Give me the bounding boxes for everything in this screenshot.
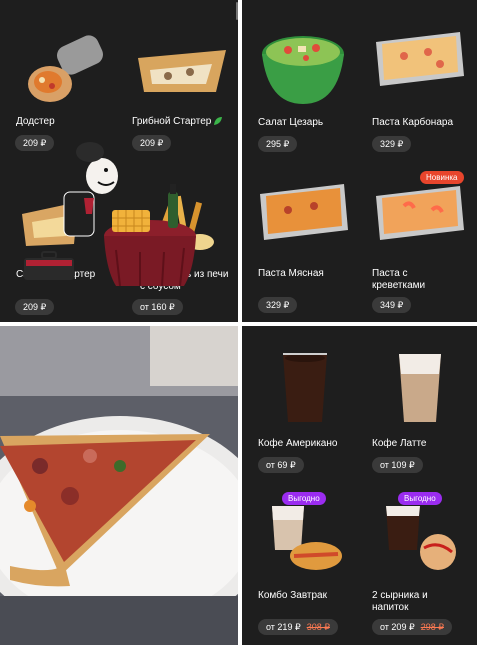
price-button[interactable]: 295 ₽ xyxy=(258,136,298,152)
item-name[interactable]: Салат Цезарь xyxy=(258,117,323,129)
pasta-meat-image[interactable] xyxy=(258,180,350,244)
pizza-photo-image xyxy=(0,326,238,645)
item-name[interactable]: 2 сырника и напиток xyxy=(372,590,462,614)
item-name[interactable]: Грибной Стартер xyxy=(132,116,211,128)
item-name[interactable]: Кофе Американо xyxy=(258,438,337,450)
price-current: от 219 ₽ xyxy=(266,622,301,632)
price-button[interactable]: от 109 ₽ xyxy=(372,457,423,473)
price-button[interactable]: от 160 ₽ xyxy=(132,299,183,315)
item-name[interactable]: Додстер xyxy=(16,116,55,128)
syrniki-combo-image[interactable] xyxy=(382,504,462,576)
menu-panel-salads-pasta: Салат Цезарь 295 ₽ Паста Карбонара 329 ₽… xyxy=(242,0,477,322)
price-old: 298 ₽ xyxy=(420,622,444,632)
price-button[interactable]: от 69 ₽ xyxy=(258,457,304,473)
scrollbar[interactable] xyxy=(236,2,238,20)
price-old: 308 ₽ xyxy=(306,622,330,632)
item-name[interactable]: Комбо Завтрак xyxy=(258,590,327,602)
pasta-carbonara-image[interactable] xyxy=(374,28,466,90)
price-button[interactable]: от 209 ₽ 298 ₽ xyxy=(372,619,452,635)
coffee-americano-image[interactable] xyxy=(280,350,330,426)
item-name[interactable]: Паста с креветками xyxy=(372,268,462,292)
breakfast-combo-image[interactable] xyxy=(270,504,342,576)
pasta-shrimp-image[interactable] xyxy=(374,182,466,244)
dodster-image[interactable] xyxy=(14,34,104,104)
new-badge: Новинка xyxy=(420,171,464,184)
price-button[interactable]: 329 ₽ xyxy=(372,136,412,152)
item-name[interactable]: Кофе Латте xyxy=(372,438,426,450)
price-button[interactable]: 349 ₽ xyxy=(372,297,412,313)
item-name[interactable]: Паста Мясная xyxy=(258,268,324,280)
vegetarian-leaf-icon xyxy=(214,117,222,125)
pizza-photo xyxy=(0,326,238,645)
coffee-latte-image[interactable] xyxy=(396,350,444,426)
price-button[interactable]: 329 ₽ xyxy=(258,297,298,313)
caesar-salad-image[interactable] xyxy=(258,18,348,106)
price-button[interactable]: 209 ₽ xyxy=(15,299,55,315)
price-button[interactable]: от 219 ₽ 308 ₽ xyxy=(258,619,338,635)
menu-panel-coffee: Кофе Американо от 69 ₽ Кофе Латте от 109… xyxy=(242,326,477,645)
restaurant-chef-logo-icon xyxy=(24,142,196,287)
mushroom-starter-image[interactable] xyxy=(132,40,232,100)
menu-panel-snacks: Додстер 209 ₽ Грибной Стартер 209 ₽ Сырн… xyxy=(0,0,238,322)
price-current: от 209 ₽ xyxy=(380,622,415,632)
item-name[interactable]: Паста Карбонара xyxy=(372,117,453,129)
